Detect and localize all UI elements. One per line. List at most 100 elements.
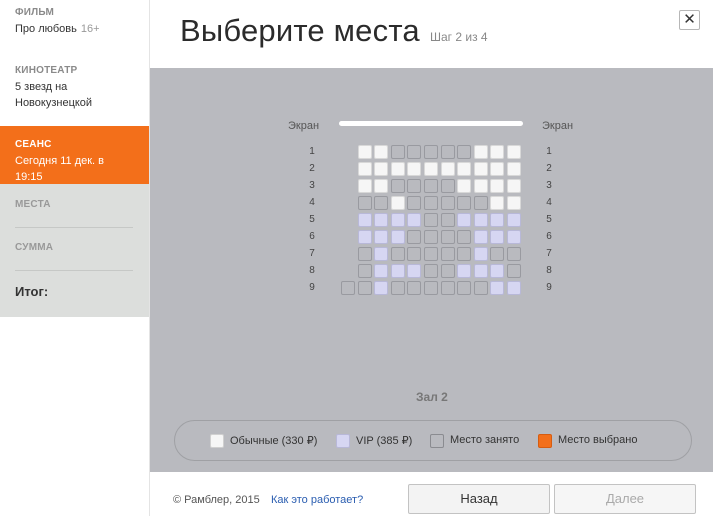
- regular-seat[interactable]: [507, 196, 521, 210]
- vip-seat[interactable]: [457, 264, 471, 278]
- row-number-left: 7: [309, 248, 315, 259]
- pending-steps: МЕСТА СУММА Итог:: [0, 184, 149, 317]
- vip-seat[interactable]: [474, 213, 488, 227]
- taken-seat: [441, 196, 455, 210]
- taken-seat: [441, 264, 455, 278]
- age-rating-badge: 16+: [80, 23, 100, 35]
- vip-seat[interactable]: [474, 230, 488, 244]
- cinema-label: КИНОТЕАТР: [15, 65, 78, 76]
- vip-seat[interactable]: [490, 230, 504, 244]
- regular-seat[interactable]: [490, 179, 504, 193]
- session-value: Сегодня 11 дек. в 19:15: [15, 155, 104, 183]
- vip-seat[interactable]: [474, 264, 488, 278]
- vip-seat[interactable]: [374, 213, 388, 227]
- taken-seat: [424, 196, 438, 210]
- taken-seat: [407, 247, 421, 261]
- vip-seat[interactable]: [490, 264, 504, 278]
- vip-seat[interactable]: [490, 281, 504, 295]
- row-number-left: 9: [309, 282, 315, 293]
- row-number-left: 5: [309, 214, 315, 225]
- regular-seat[interactable]: [490, 145, 504, 159]
- regular-seat[interactable]: [457, 179, 471, 193]
- regular-seat[interactable]: [490, 162, 504, 176]
- vip-seat[interactable]: [507, 230, 521, 244]
- next-button[interactable]: Далее: [554, 484, 696, 514]
- seats-label: МЕСТА: [15, 199, 51, 210]
- vip-seat[interactable]: [391, 213, 405, 227]
- regular-seat[interactable]: [441, 162, 455, 176]
- close-button[interactable]: ✕: [679, 10, 700, 30]
- regular-seat-swatch: [210, 434, 224, 448]
- screen-label-left: Экран: [288, 120, 320, 132]
- vip-seat[interactable]: [490, 213, 504, 227]
- divider: [15, 227, 133, 228]
- vip-seat[interactable]: [358, 213, 372, 227]
- how-it-works-link[interactable]: Как это работает?: [271, 494, 363, 506]
- vip-seat[interactable]: [374, 230, 388, 244]
- regular-seat[interactable]: [507, 145, 521, 159]
- vip-seat[interactable]: [358, 230, 372, 244]
- regular-seat[interactable]: [424, 162, 438, 176]
- taken-seat: [391, 247, 405, 261]
- cinema-value: 5 звезд на Новокузнецкой: [15, 79, 134, 111]
- copyright: © Рамблер, 2015: [173, 494, 260, 506]
- taken-seat: [474, 196, 488, 210]
- sum-label: СУММА: [15, 242, 54, 253]
- seats-step: МЕСТА: [15, 199, 133, 210]
- regular-seat[interactable]: [457, 162, 471, 176]
- vip-seat[interactable]: [407, 213, 421, 227]
- vip-seat[interactable]: [457, 213, 471, 227]
- taken-seat: [457, 247, 471, 261]
- regular-seat[interactable]: [474, 179, 488, 193]
- regular-seat[interactable]: [391, 162, 405, 176]
- session-info[interactable]: СЕАНС Сегодня 11 дек. в 19:15: [0, 126, 149, 184]
- regular-seat[interactable]: [358, 179, 372, 193]
- vip-seat[interactable]: [391, 230, 405, 244]
- taken-seat: [507, 247, 521, 261]
- regular-seat[interactable]: [374, 145, 388, 159]
- row-number-left: 1: [309, 146, 315, 157]
- close-icon: ✕: [683, 11, 696, 28]
- taken-seat: [407, 230, 421, 244]
- taken-seat: [407, 196, 421, 210]
- vip-seat[interactable]: [374, 281, 388, 295]
- regular-seat[interactable]: [374, 179, 388, 193]
- vip-seat[interactable]: [507, 281, 521, 295]
- back-button[interactable]: Назад: [408, 484, 550, 514]
- page-title: Выберите места: [180, 13, 420, 48]
- vip-seat[interactable]: [507, 213, 521, 227]
- taken-seat: [457, 230, 471, 244]
- taken-seat: [424, 230, 438, 244]
- regular-seat[interactable]: [407, 162, 421, 176]
- hall-name: Зал 2: [416, 390, 448, 404]
- regular-seat[interactable]: [474, 162, 488, 176]
- row-number-right: 2: [546, 163, 552, 174]
- cinema-info: КИНОТЕАТР 5 звезд на Новокузнецкой: [0, 65, 149, 111]
- vip-seat[interactable]: [407, 264, 421, 278]
- screen-label-right: Экран: [542, 120, 574, 132]
- regular-seat[interactable]: [358, 162, 372, 176]
- regular-seat-legend: Обычные (330 ₽): [230, 435, 318, 447]
- regular-seat[interactable]: [490, 196, 504, 210]
- film-label: ФИЛЬМ: [15, 7, 55, 18]
- vip-seat[interactable]: [391, 264, 405, 278]
- taken-seat: [507, 264, 521, 278]
- taken-seat: [391, 145, 405, 159]
- row-number-left: 8: [309, 265, 315, 276]
- regular-seat[interactable]: [391, 196, 405, 210]
- vip-seat[interactable]: [374, 264, 388, 278]
- regular-seat[interactable]: [507, 162, 521, 176]
- regular-seat[interactable]: [374, 162, 388, 176]
- taken-seat: [407, 179, 421, 193]
- selected-seat-swatch: [538, 434, 552, 448]
- vip-seat[interactable]: [374, 247, 388, 261]
- regular-seat[interactable]: [358, 145, 372, 159]
- vip-seat[interactable]: [474, 247, 488, 261]
- taken-seat: [358, 264, 372, 278]
- row-number-left: 6: [309, 231, 315, 242]
- regular-seat[interactable]: [474, 145, 488, 159]
- regular-seat[interactable]: [507, 179, 521, 193]
- order-sidebar: ФИЛЬМ Про любовь 16+ КИНОТЕАТР 5 звезд на…: [0, 0, 150, 516]
- taken-seat: [441, 281, 455, 295]
- taken-seat-legend: Место занято: [450, 434, 520, 446]
